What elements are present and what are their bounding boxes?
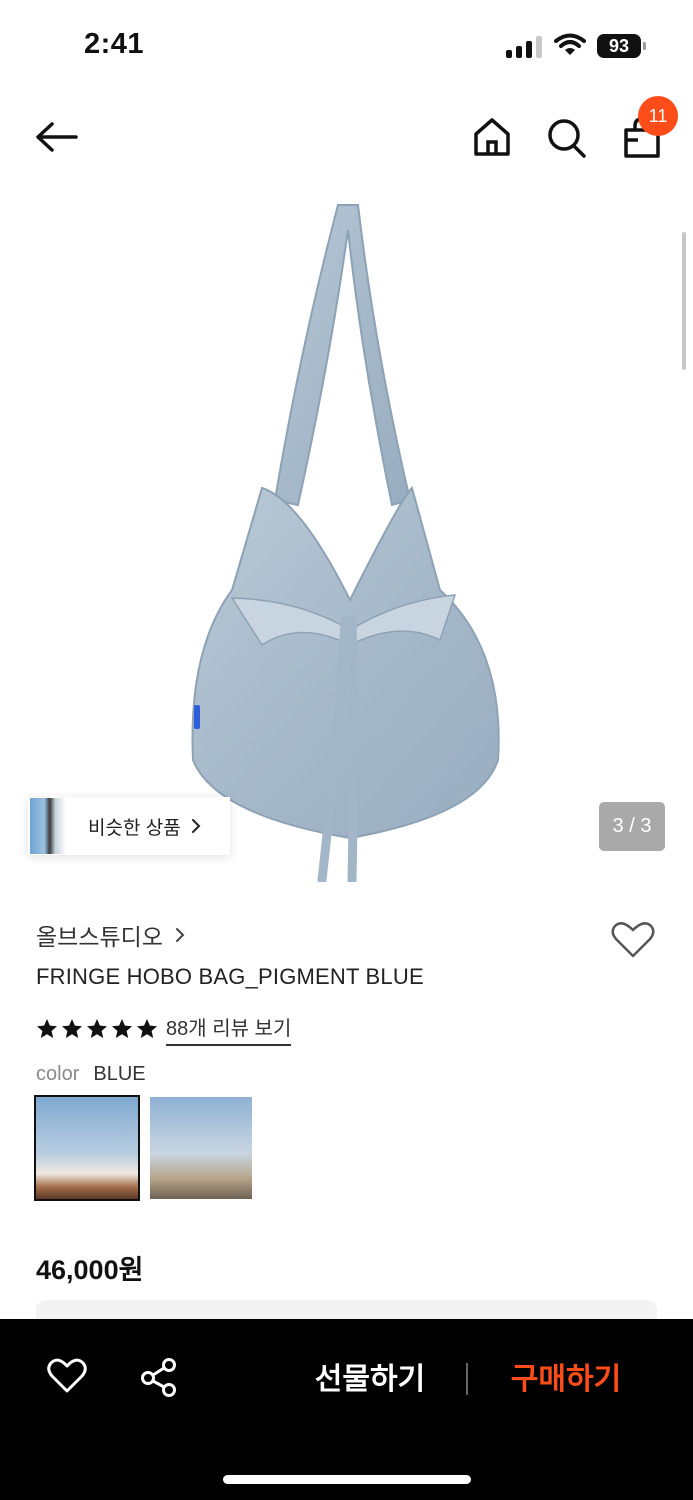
option-value: BLUE <box>93 1063 146 1085</box>
product-image[interactable] <box>0 182 693 882</box>
brand-name: 올브스튜디오 <box>36 924 163 950</box>
status-bar: 2:41 93 <box>0 0 693 92</box>
heart-icon[interactable] <box>610 918 656 960</box>
chevron-right-icon <box>175 928 185 942</box>
home-indicator <box>223 1475 471 1484</box>
scroll-indicator[interactable] <box>682 232 686 370</box>
similar-products-button[interactable]: 비슷한 상품 <box>28 797 230 855</box>
star-icon <box>137 1019 157 1038</box>
product-title: FRINGE HOBO BAG_PIGMENT BLUE <box>36 964 424 989</box>
buy-button[interactable]: 구매하기 <box>486 1355 646 1405</box>
image-page-counter: 3 / 3 <box>599 802 665 851</box>
arrow-left-icon[interactable] <box>30 114 82 160</box>
cart-count-badge: 11 <box>638 96 678 136</box>
rating-row: 88개 리뷰 보기 <box>36 1012 292 1046</box>
cellular-signal-icon <box>506 36 542 58</box>
search-icon[interactable] <box>545 114 589 160</box>
wifi-icon <box>554 33 586 55</box>
review-link[interactable]: 88개 리뷰 보기 <box>166 1012 292 1046</box>
battery-level: 93 <box>597 34 641 58</box>
status-time: 2:41 <box>84 28 145 60</box>
battery-indicator: 93 <box>597 34 647 58</box>
app-header <box>0 92 693 182</box>
star-icon <box>112 1019 132 1038</box>
similar-products-label: 비슷한 상품 <box>88 817 181 839</box>
share-icon[interactable] <box>138 1356 180 1398</box>
similar-product-thumbnail <box>30 798 66 854</box>
star-icon <box>87 1019 107 1038</box>
star-icon <box>62 1019 82 1038</box>
star-rating <box>36 1018 158 1040</box>
divider <box>466 1363 468 1395</box>
product-price: 46,000원 <box>36 1255 144 1285</box>
star-icon <box>37 1019 57 1038</box>
option-label: color <box>36 1063 80 1085</box>
color-option-row: color BLUE <box>36 1063 146 1086</box>
color-swatch[interactable] <box>150 1097 252 1199</box>
brand-link[interactable]: 올브스튜디오 <box>36 918 185 952</box>
color-swatch-selected[interactable] <box>34 1095 140 1201</box>
color-swatches <box>34 1095 252 1201</box>
chevron-right-icon <box>191 819 201 833</box>
gift-button[interactable]: 선물하기 <box>290 1355 450 1405</box>
home-icon[interactable] <box>470 114 514 160</box>
heart-icon[interactable] <box>46 1356 88 1396</box>
bottom-action-bar <box>0 1319 693 1500</box>
